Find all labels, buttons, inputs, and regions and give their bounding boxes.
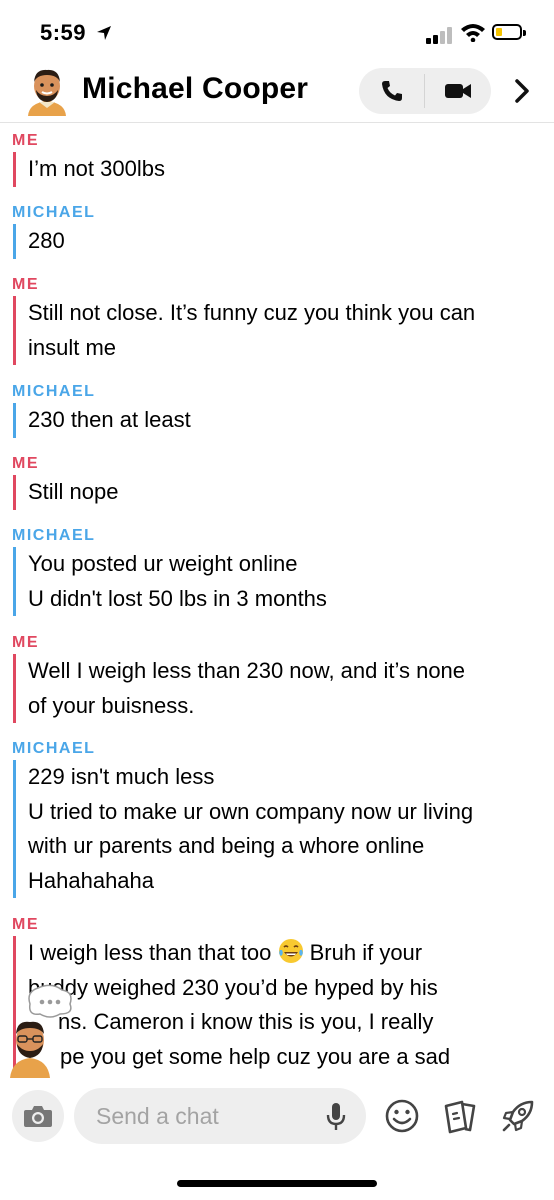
laughing-tears-emoji bbox=[278, 939, 303, 963]
message-line: I’m not 300lbs bbox=[28, 156, 165, 181]
bitmoji-avatar[interactable] bbox=[24, 66, 70, 116]
message-line: 229 isn't much less bbox=[28, 764, 215, 789]
message-line: pe you get some help cuz you are a sad bbox=[60, 1043, 451, 1069]
emoji-button[interactable] bbox=[382, 1096, 422, 1136]
video-call-button[interactable] bbox=[425, 68, 490, 114]
message-body[interactable]: You posted ur weight online U didn't los… bbox=[13, 547, 542, 616]
sender-label: ME bbox=[12, 634, 39, 651]
sender-label: ME bbox=[12, 132, 39, 149]
contact-name[interactable]: Michael Cooper bbox=[82, 72, 308, 106]
message-line: buddy weighed 230 you’d be hyped by his bbox=[28, 974, 438, 1000]
message-group: MICHAEL 229 isn't much less U tried to m… bbox=[12, 738, 542, 898]
status-time: 5:59 bbox=[40, 20, 112, 46]
message-group: MICHAEL 230 then at least bbox=[12, 381, 542, 438]
message-line: of your buisness. bbox=[28, 692, 195, 718]
games-button[interactable] bbox=[498, 1096, 538, 1136]
status-bar: 5:59 bbox=[0, 0, 554, 62]
location-arrow-icon bbox=[96, 26, 111, 40]
microphone-icon[interactable] bbox=[326, 1102, 346, 1132]
chevron-right-button[interactable] bbox=[508, 74, 536, 108]
message-group: ME I weigh less than that too Bruh if yo… bbox=[12, 914, 542, 1074]
message-line: I weigh less than that too Bruh if your bbox=[28, 936, 542, 971]
message-line: ns. Cameron i know this is you, I really bbox=[58, 1009, 434, 1034]
video-camera-icon bbox=[444, 84, 471, 98]
message-line: 280 bbox=[28, 228, 65, 253]
home-indicator[interactable] bbox=[177, 1180, 377, 1187]
message-text: Bruh if your bbox=[309, 940, 423, 965]
message-line: You posted ur weight online bbox=[28, 551, 298, 576]
message-body[interactable]: 229 isn't much less U tried to make ur o… bbox=[13, 760, 542, 898]
message-group: ME Well I weigh less than 230 now, and i… bbox=[12, 632, 542, 723]
sender-label: MICHAEL bbox=[12, 527, 96, 544]
message-line: Still nope bbox=[28, 479, 119, 504]
message-body[interactable]: Still nope bbox=[13, 475, 542, 510]
camera-button[interactable] bbox=[12, 1090, 64, 1142]
message-line: insult me bbox=[28, 334, 117, 360]
sticker-cards-icon bbox=[444, 1100, 476, 1134]
message-group: MICHAEL You posted ur weight online U di… bbox=[12, 525, 542, 616]
rocket-icon bbox=[502, 1100, 534, 1132]
typing-bubble-icon bbox=[28, 984, 72, 1018]
message-group: ME Still not close. It’s funny cuz you t… bbox=[12, 274, 542, 365]
message-line: with ur parents and being a whore online bbox=[28, 833, 425, 858]
message-body[interactable]: Well I weigh less than 230 now, and it’s… bbox=[13, 654, 542, 723]
message-body[interactable]: Still not close. It’s funny cuz you thin… bbox=[13, 296, 542, 365]
message-line: 230 then at least bbox=[28, 407, 191, 432]
wifi-icon bbox=[461, 24, 485, 42]
message-line: U tried to make ur own company now ur li… bbox=[28, 798, 474, 824]
cellular-signal-icon bbox=[426, 26, 456, 44]
chat-input[interactable] bbox=[74, 1088, 366, 1144]
status-time-text: 5:59 bbox=[40, 20, 87, 45]
message-group: MICHAEL 280 bbox=[12, 202, 542, 259]
battery-icon bbox=[492, 24, 526, 40]
message-group: ME Still nope bbox=[12, 453, 542, 510]
chevron-right-icon bbox=[515, 79, 529, 103]
sender-label: ME bbox=[12, 455, 39, 472]
sender-label: MICHAEL bbox=[12, 204, 96, 221]
chat-thread[interactable]: ME I’m not 300lbs MICHAEL 280 ME Still n… bbox=[0, 124, 554, 1076]
message-body[interactable]: 280 bbox=[13, 224, 542, 259]
call-button-group bbox=[359, 68, 491, 114]
sender-label: MICHAEL bbox=[12, 383, 96, 400]
message-group: ME I’m not 300lbs bbox=[12, 130, 542, 187]
message-line: Hahahahaha bbox=[28, 867, 155, 893]
smiley-icon bbox=[385, 1099, 419, 1133]
message-line: Still not close. It’s funny cuz you thin… bbox=[28, 300, 476, 325]
stickers-button[interactable] bbox=[440, 1096, 480, 1136]
sender-label: MICHAEL bbox=[12, 740, 96, 757]
sender-label: ME bbox=[12, 916, 39, 933]
message-line: U didn't lost 50 lbs in 3 months bbox=[28, 585, 327, 611]
phone-icon bbox=[381, 81, 402, 101]
typing-bitmoji bbox=[10, 984, 72, 1078]
voice-call-button[interactable] bbox=[359, 68, 424, 114]
sender-label: ME bbox=[12, 276, 39, 293]
message-body[interactable]: I weigh less than that too Bruh if your … bbox=[13, 936, 542, 1074]
camera-icon bbox=[24, 1106, 52, 1127]
message-text: I weigh less than that too bbox=[28, 940, 272, 965]
message-body[interactable]: 230 then at least bbox=[13, 403, 542, 438]
chat-header: Michael Cooper bbox=[0, 62, 554, 123]
message-body[interactable]: I’m not 300lbs bbox=[13, 152, 542, 187]
message-line: Well I weigh less than 230 now, and it’s… bbox=[28, 658, 466, 683]
